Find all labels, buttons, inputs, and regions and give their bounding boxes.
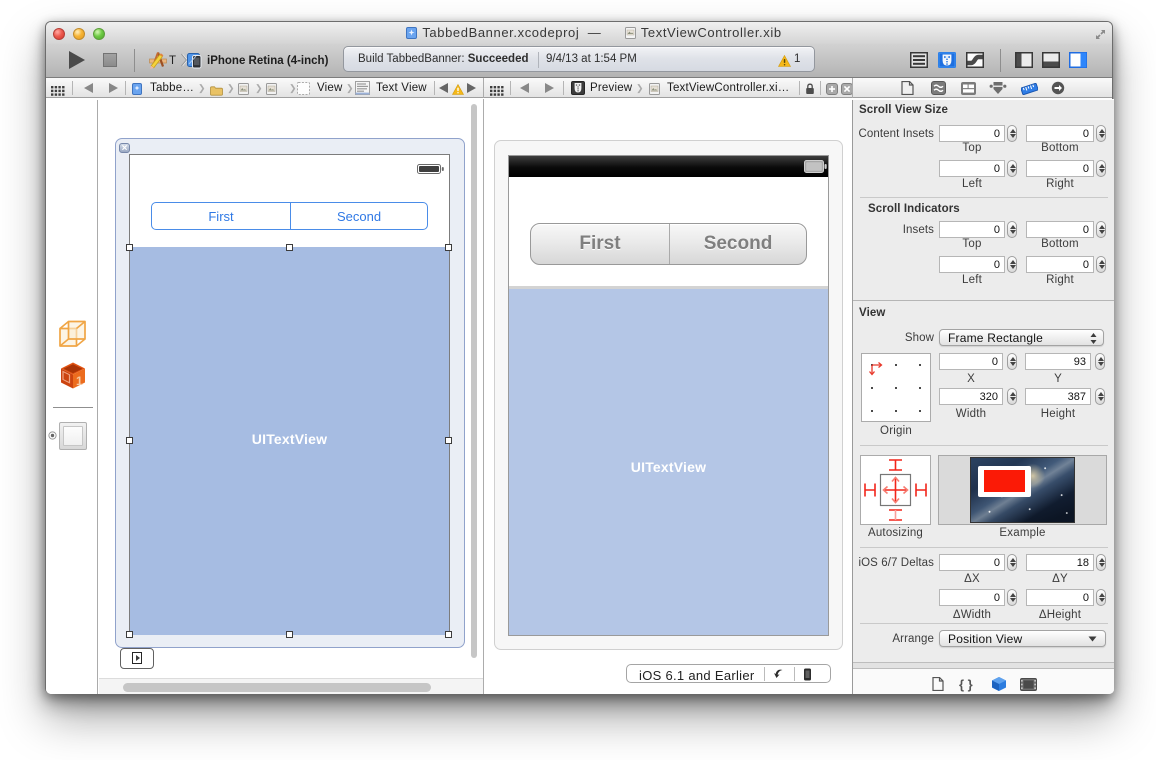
svg-text:1: 1 bbox=[76, 374, 83, 388]
